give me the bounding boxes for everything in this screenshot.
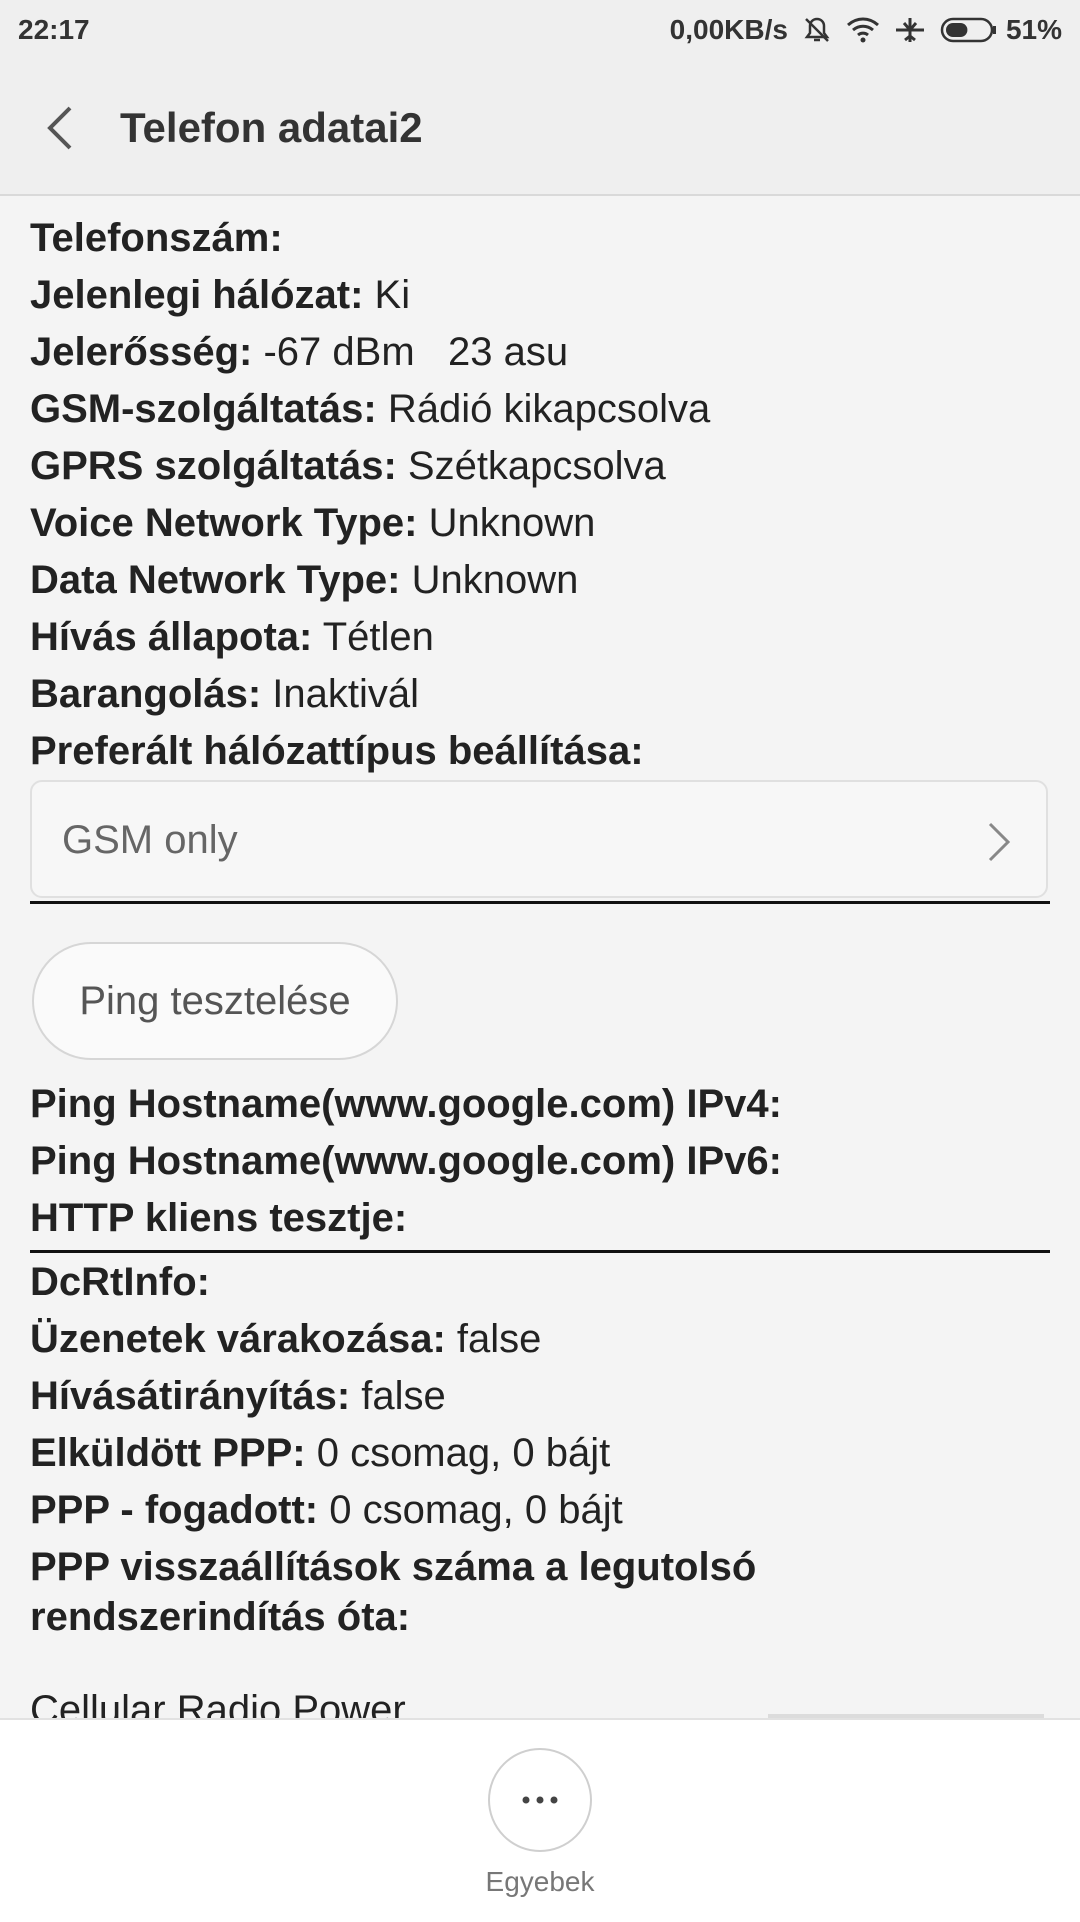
info-label: Preferált hálózattípus beállítása: [30, 729, 644, 773]
info-value: Ki [374, 273, 411, 317]
page-title: Telefon adatai2 [120, 104, 423, 151]
status-time: 22:17 [18, 14, 90, 45]
info-value: false [361, 1374, 446, 1418]
info-label: DcRtInfo: [30, 1260, 210, 1304]
info-row-ppp-received: PPP - fogadott: 0 csomag, 0 bájt [30, 1486, 623, 1534]
info-value: 0 csomag, 0 bájt [316, 1431, 611, 1475]
info-value: Inaktivál [272, 672, 420, 716]
info-label: Elküldött PPP: [30, 1431, 306, 1475]
ping-test-button[interactable]: Ping tesztelése [32, 942, 398, 1060]
info-row-ppp-sent: Elküldött PPP: 0 csomag, 0 bájt [30, 1429, 610, 1477]
info-value: Tétlen [322, 615, 434, 659]
wifi-icon [846, 16, 880, 44]
info-row-preferred-network: Preferált hálózattípus beállítása: [30, 727, 644, 775]
http-client-test-row: HTTP kliens tesztje: [30, 1194, 407, 1242]
preferred-network-select[interactable]: GSM only [30, 780, 1048, 898]
section-divider [30, 1250, 1050, 1253]
info-row-gsm-service: GSM-szolgáltatás: Rádió kikapcsolva [30, 385, 710, 433]
info-label: Hívásátirányítás: [30, 1374, 351, 1418]
info-label: Telefonszám: [30, 216, 283, 260]
info-value: -67 dBm 23 asu [263, 330, 569, 374]
chevron-right-icon [986, 820, 1012, 869]
info-value: Unknown [411, 558, 579, 602]
info-row-signal-strength: Jelerősség: -67 dBm 23 asu [30, 328, 568, 376]
battery-icon [940, 17, 996, 43]
info-value: 0 csomag, 0 bájt [329, 1488, 623, 1532]
info-row-voice-network-type: Voice Network Type: Unknown [30, 499, 595, 547]
app-header: Telefon adatai2 [0, 60, 1080, 196]
info-value: Unknown [428, 501, 596, 545]
mute-bell-icon [802, 15, 832, 45]
info-value: Szétkapcsolva [407, 444, 666, 488]
info-row-phone-number: Telefonszám: [30, 214, 283, 262]
info-label: Voice Network Type: [30, 501, 418, 545]
info-row-roaming: Barangolás: Inaktivál [30, 670, 419, 718]
chevron-left-icon [47, 106, 72, 150]
info-row-call-state: Hívás állapota: Tétlen [30, 613, 434, 661]
info-label: Jelenlegi hálózat: [30, 273, 364, 317]
info-row-imei: IMEI: 866928031784883 [30, 196, 470, 206]
info-value: Rádió kikapcsolva [387, 387, 711, 431]
select-underline [30, 901, 1050, 904]
info-row-current-network: Jelenlegi hálózat: Ki [30, 271, 410, 319]
ping-row-ipv4: Ping Hostname(www.google.com) IPv4: [30, 1080, 782, 1128]
info-row-dcrtinfo: DcRtInfo: [30, 1258, 210, 1306]
more-button[interactable] [488, 1748, 592, 1852]
info-label: Data Network Type: [30, 558, 401, 602]
info-label: GPRS szolgáltatás: [30, 444, 397, 488]
info-label: PPP visszaállítások száma a legutolsó [30, 1545, 757, 1589]
back-button[interactable] [36, 100, 86, 156]
ping-row-ipv6: Ping Hostname(www.google.com) IPv6: [30, 1137, 782, 1185]
info-row-message-waiting: Üzenetek várakozása: false [30, 1315, 541, 1363]
more-dots-icon [522, 1796, 558, 1804]
battery-percent: 51% [1005, 14, 1062, 45]
info-label: Hívás állapota: [30, 615, 313, 659]
info-scroll-area[interactable]: IMEI: 866928031784883 Telefonszám: Jelen… [0, 196, 1080, 1718]
info-row-call-forwarding: Hívásátirányítás: false [30, 1372, 446, 1420]
info-row-ppp-resets-cont: rendszerindítás óta: [30, 1593, 410, 1641]
info-label: Ping Hostname(www.google.com) IPv6: [30, 1139, 782, 1183]
airplane-icon [894, 15, 926, 45]
info-value: 866928031784883 [137, 196, 471, 204]
preferred-network-value: GSM only [62, 818, 238, 862]
network-speed: 0,00KB/s [669, 14, 788, 45]
info-label: Ping Hostname(www.google.com) IPv4: [30, 1082, 782, 1126]
cellular-radio-power-label: Cellular Radio Power [30, 1688, 406, 1718]
status-icons: 0,00KB/s 51% [670, 14, 1062, 46]
info-row-data-network-type: Data Network Type: Unknown [30, 556, 578, 604]
info-label: IMEI: [30, 196, 126, 204]
more-label: Egyebek [485, 1866, 595, 1897]
info-label: PPP - fogadott: [30, 1488, 319, 1532]
info-label: Jelerősség: [30, 330, 253, 374]
status-bar: 22:17 0,00KB/s 51% [0, 0, 1080, 60]
info-row-ppp-resets: PPP visszaállítások száma a legutolsó [30, 1543, 756, 1591]
info-label: Üzenetek várakozása: [30, 1317, 446, 1361]
info-label: rendszerindítás óta: [30, 1595, 411, 1639]
bottom-action-bar: Egyebek [0, 1718, 1080, 1922]
info-row-gprs-service: GPRS szolgáltatás: Szétkapcsolva [30, 442, 666, 490]
info-label: Barangolás: [30, 672, 262, 716]
info-label: HTTP kliens tesztje: [30, 1196, 408, 1240]
battery-indicator: 51% [940, 14, 1062, 46]
info-label: GSM-szolgáltatás: [30, 387, 377, 431]
info-value: false [456, 1317, 542, 1361]
